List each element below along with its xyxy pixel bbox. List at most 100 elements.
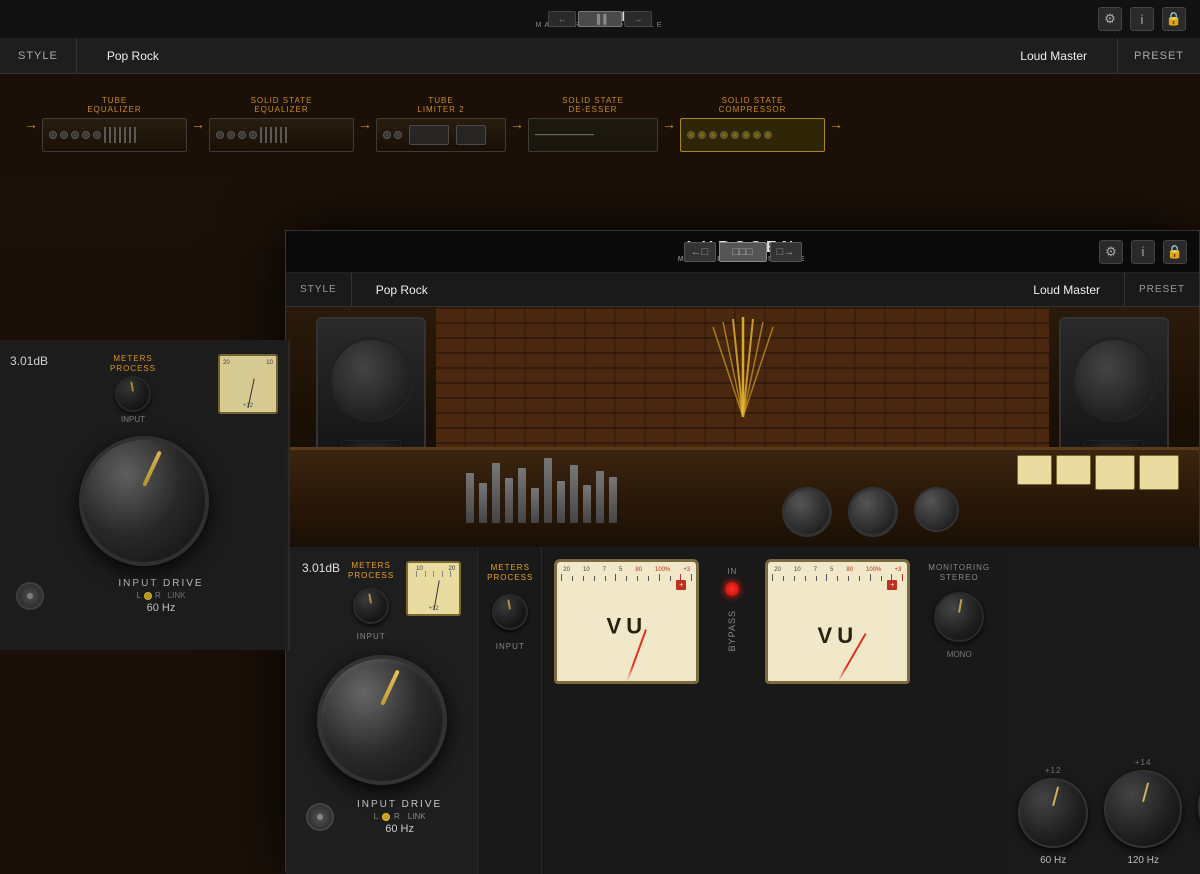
outer-prev-btn[interactable]: ← [548,11,576,27]
outer-input-label: INPUT [121,415,145,424]
header-controls: ⚙ i 🔒 [1099,240,1187,264]
in-red-light[interactable] [725,582,739,596]
main-style-tab[interactable]: STYLE [286,273,352,306]
outer-lr-left: L [136,591,140,600]
input-drive-panel: 3.01dB METERS PROCESS INPUT 20 10 +12 [286,547,479,874]
chain-unit-ss-comp[interactable]: SOLID STATE COMPRESSOR [680,96,825,152]
outer-process-knob[interactable] [115,376,151,412]
outer-transport: ← ▐▐ → [548,11,652,27]
eq-knob-60hz: +12 60 Hz [1018,766,1088,866]
eq-knobs-group: +12 60 Hz +14 120 Hz +14 3 kHz [1018,754,1200,866]
main-gear-icon[interactable]: ⚙ [1099,240,1123,264]
studio-image [286,307,1199,547]
outer-header: ← ▐▐ → LURSSEN MASTERING CONSOLE ⚙ i 🔒 [0,0,1200,38]
vu-meters-area: 20 10 7 5 80 100% +3 [542,547,1002,874]
outer-play-btn[interactable]: ▐▐ [578,11,622,27]
chain-input-arrow: → [24,116,38,132]
hz-display: 60 Hz [385,823,414,835]
turntable-icon [306,803,334,831]
main-info-icon[interactable]: i [1131,240,1155,264]
outer-turntable [16,582,44,610]
outer-style-value[interactable]: Pop Rock [77,38,597,73]
outer-input-knob[interactable] [79,436,209,566]
in-label: IN [727,567,737,576]
main-style-value[interactable]: Pop Rock [352,273,1010,306]
meters-process-section: METERS PROCESS INPUT [348,561,394,641]
main-preset-value[interactable]: Loud Master [1009,273,1125,306]
monitoring-label: MONITORING STEREO [928,563,990,584]
vu-right-label: VU [818,623,859,649]
outer-signal-chain: → TUBE EQUALIZER → SOLID STATE EQU [0,74,1200,174]
vu-meter-right: 20 10 7 5 80 100% +3 [765,559,910,684]
eq-120hz-db: +14 [1135,758,1152,767]
main-nav: STYLE Pop Rock Loud Master PRESET [286,273,1199,307]
outer-info-icon[interactable]: i [1130,7,1154,31]
monitoring-knob[interactable] [934,592,984,642]
outer-preset-btn[interactable]: PRESET [1117,38,1200,73]
outer-db-value: 3.01dB [10,354,48,368]
outer-gear-icon[interactable]: ⚙ [1098,7,1122,31]
input-drive-knob[interactable] [317,655,447,785]
vu-left-label: VU [607,613,648,639]
chain-unit-ss-deesser[interactable]: SOLID STATE DE-ESSER ━━━━━━━━━━━━━━ [528,96,658,152]
outer-hz-value: 60 Hz [147,602,176,614]
outer-next-btn[interactable]: → [624,11,652,27]
left-input-panel: 3.01dB METERS PROCESS INPUT 20 10 +12 IN… [0,340,290,650]
main-preset-btn[interactable]: PRESET [1125,273,1199,306]
meters-section-label: METERS PROCESS [487,563,533,582]
meters-section: METERS PROCESS INPUT [479,547,542,874]
meters-process-area: 3.01dB METERS PROCESS INPUT 20 10 +12 [298,561,465,641]
outer-lr-right: R [155,591,161,600]
link-label: LINK [408,812,426,821]
lr-right-label: R [394,812,400,821]
eq-knob-120hz: +14 120 Hz [1104,758,1182,866]
main-play-btn[interactable]: □□□ [719,242,767,262]
chain-arrow-2: → [358,116,372,132]
main-next-btn[interactable]: □→ [770,242,802,262]
meters-input-label: INPUT [496,642,525,651]
chain-arrow-4: → [662,116,676,132]
outer-lock-icon[interactable]: 🔒 [1162,7,1186,31]
chain-unit-tube-eq[interactable]: TUBE EQUALIZER [42,96,187,152]
main-prev-btn[interactable]: ←□ [684,242,716,262]
outer-ui-background: ← ▐▐ → LURSSEN MASTERING CONSOLE ⚙ i 🔒 S… [0,0,1200,245]
outer-meters-label: METERS PROCESS [110,354,156,373]
eq-60hz-db: +12 [1045,766,1062,775]
input-drive-label: INPUT DRIVE [357,799,442,810]
db-value-display: 3.01dB [302,561,340,575]
input-bottom-row: INPUT DRIVE L R LINK 60 Hz [298,799,465,835]
meters-process-knob[interactable] [492,594,528,630]
main-header: ←□ □□□ □→ LURSSEN MASTERING CONSOLE ⚙ i … [286,231,1199,273]
chain-unit-ss-eq[interactable]: SOLID STATE EQUALIZER [209,96,354,152]
eq-section: +12 60 Hz +14 120 Hz +14 3 kHz [1002,547,1200,874]
main-lock-icon[interactable]: 🔒 [1163,240,1187,264]
chain-output-arrow: → [829,116,843,132]
outer-small-meter: 20 10 +12 [218,354,278,414]
bypass-column: IN BYPASS [707,559,757,651]
lr-left-label: L [374,812,378,821]
eq-60hz-knob[interactable] [1018,778,1088,848]
eq-60hz-freq: 60 Hz [1040,855,1066,866]
chain-arrow-1: → [191,116,205,132]
main-transport: ←□ □□□ □→ [684,242,802,262]
vu-meter-left: 20 10 7 5 80 100% +3 [554,559,699,684]
eq-120hz-freq: 120 Hz [1127,855,1159,866]
chain-unit-tube-lim[interactable]: TUBE LIMITER 2 [376,96,506,152]
outer-preset-value[interactable]: Loud Master [597,38,1117,73]
mono-label: MONO [947,650,972,659]
outer-input-drive-label: INPUT DRIVE [118,578,203,589]
outer-nav-bar: STYLE Pop Rock Loud Master PRESET [0,38,1200,74]
bypass-label[interactable]: BYPASS [727,610,737,651]
lr-dot[interactable] [382,813,390,821]
small-vu-meter: 20 10 +12 [406,561,461,616]
outer-link-label: LINK [168,591,186,600]
outer-lr-dot[interactable] [144,592,152,600]
plus12-label: +12 [429,606,439,612]
main-ui-modal: ←□ □□□ □→ LURSSEN MASTERING CONSOLE ⚙ i … [285,230,1200,873]
meters-process-label: METERS PROCESS [348,561,394,580]
input-process-knob[interactable] [353,588,389,624]
outer-style-tab[interactable]: STYLE [0,38,77,73]
input-label: INPUT [357,632,386,641]
bottom-controls: 3.01dB METERS PROCESS INPUT 20 10 +12 [286,547,1199,874]
eq-120hz-knob[interactable] [1104,770,1182,848]
